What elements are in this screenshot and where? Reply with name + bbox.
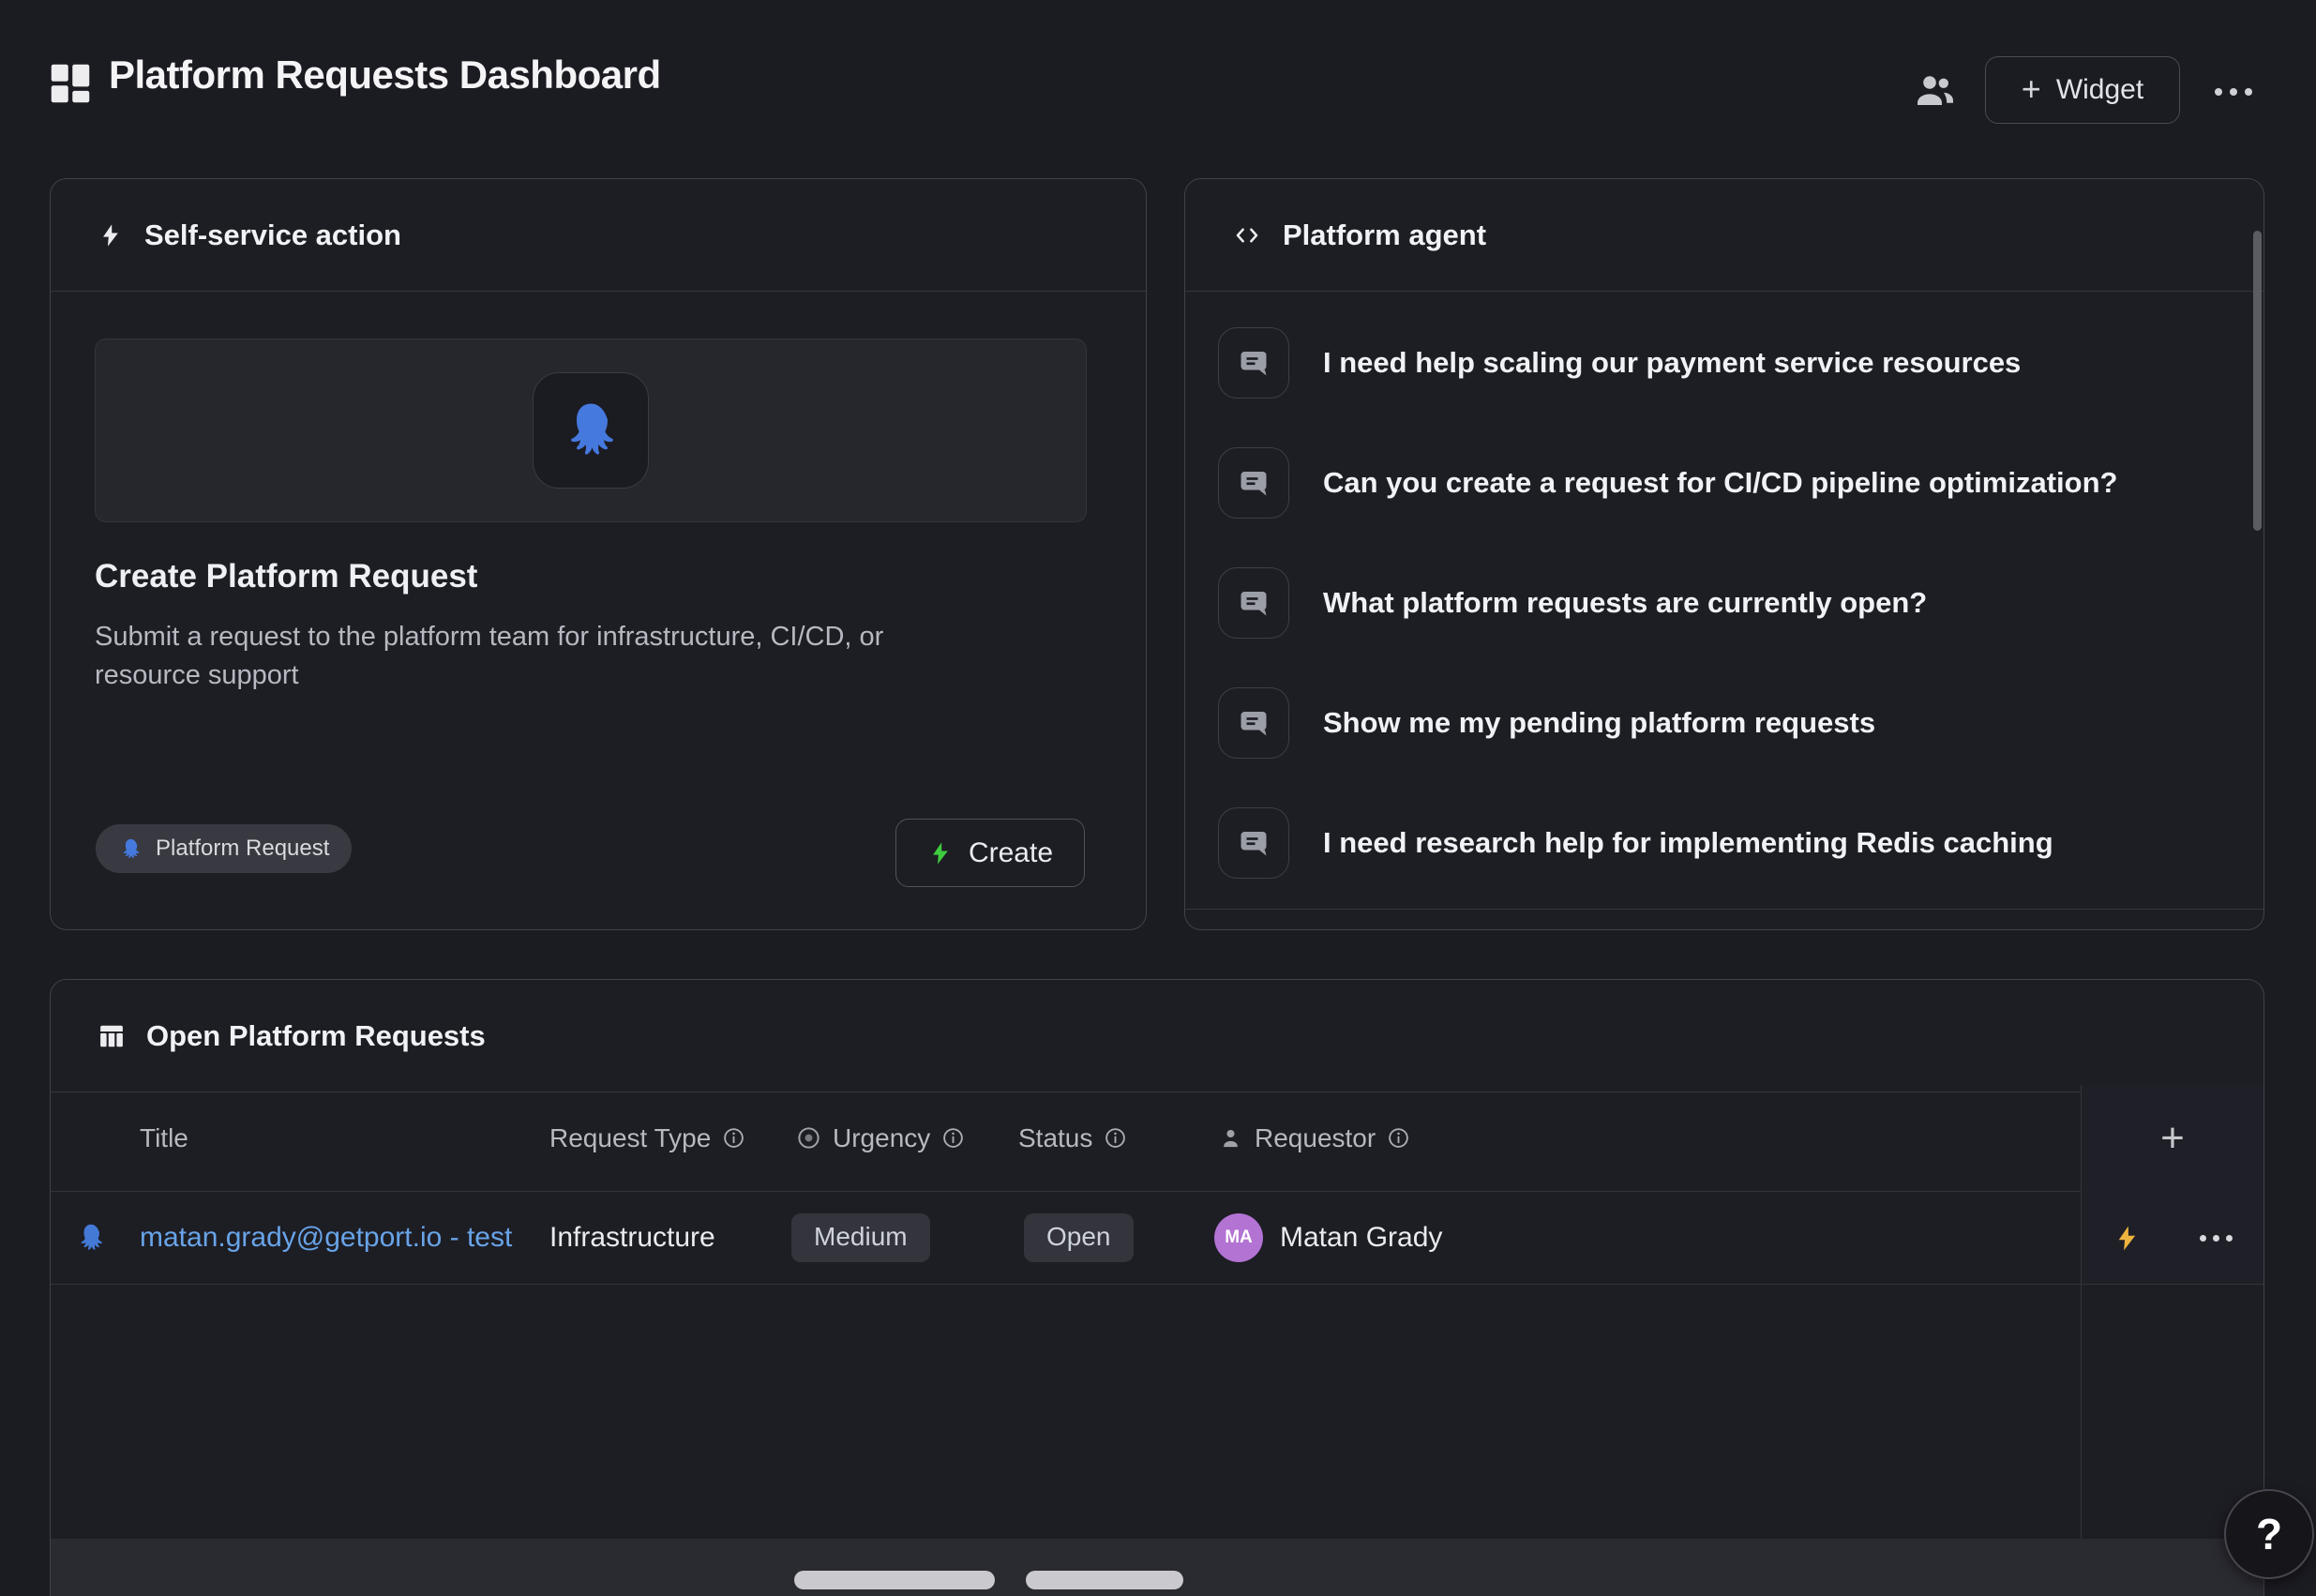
add-column-button[interactable]: + xyxy=(2082,1085,2263,1192)
table-footer-scroll-area xyxy=(51,1539,2263,1596)
open-requests-card-header: Open Platform Requests xyxy=(51,980,2263,1092)
add-widget-button[interactable]: + Widget xyxy=(1985,56,2180,124)
self-service-card: Self-service action Create Platform Requ… xyxy=(50,178,1147,930)
column-label: Status xyxy=(1018,1123,1092,1153)
plus-icon: + xyxy=(2022,72,2041,106)
requestor-avatar: MA xyxy=(1214,1213,1263,1262)
chip-label: Platform Request xyxy=(156,836,329,862)
info-icon[interactable] xyxy=(1104,1126,1127,1150)
row-requestor-cell: MA Matan Grady xyxy=(1214,1192,1442,1284)
row-urgency-cell: Medium xyxy=(791,1192,930,1284)
open-requests-card: Open Platform Requests Title Request Typ… xyxy=(50,979,2264,1596)
agent-suggestion[interactable]: I need help scaling our payment service … xyxy=(1218,327,2021,399)
page-more-menu[interactable] xyxy=(2205,75,2262,109)
agent-suggestion-text: I need help scaling our payment service … xyxy=(1323,346,2021,380)
row-title-cell: matan.grady@getport.io - test xyxy=(140,1192,512,1284)
create-button-label: Create xyxy=(969,837,1053,869)
chat-icon xyxy=(1218,567,1289,639)
dashboard-icon xyxy=(45,58,96,111)
request-title-link[interactable]: matan.grady@getport.io - test xyxy=(140,1222,512,1254)
code-icon xyxy=(1232,221,1262,249)
action-preview-panel xyxy=(95,339,1087,522)
divider xyxy=(1185,909,2263,910)
person-icon xyxy=(1218,1125,1243,1151)
chat-icon xyxy=(1218,447,1289,519)
agent-suggestion[interactable]: What platform requests are currently ope… xyxy=(1218,567,1927,639)
row-request-type-cell: Infrastructure xyxy=(549,1192,715,1284)
column-label: Request Type xyxy=(549,1123,711,1153)
radio-icon xyxy=(796,1125,821,1151)
column-label: Title xyxy=(140,1123,188,1153)
row-actions-cell xyxy=(2082,1192,2263,1284)
table-row: matan.grady@getport.io - test Infrastruc… xyxy=(51,1192,2263,1285)
create-button[interactable]: Create xyxy=(895,819,1085,887)
table-icon xyxy=(98,1022,126,1050)
help-button[interactable]: ? xyxy=(2224,1489,2314,1579)
octopus-icon xyxy=(74,1221,108,1255)
agent-suggestion-text: I need research help for implementing Re… xyxy=(1323,826,2053,860)
row-entity-icon-cell xyxy=(74,1192,108,1284)
agent-suggestion[interactable]: Show me my pending platform requests xyxy=(1218,687,1875,759)
chat-icon xyxy=(1218,687,1289,759)
action-description: Submit a request to the platform team fo… xyxy=(95,618,976,695)
self-service-card-title: Self-service action xyxy=(144,218,401,252)
action-title: Create Platform Request xyxy=(95,558,477,595)
column-header-status: Status xyxy=(1018,1085,1127,1191)
column-label: Requestor xyxy=(1255,1123,1376,1153)
info-icon[interactable] xyxy=(722,1126,745,1150)
requestor-name: Matan Grady xyxy=(1280,1222,1442,1254)
action-logo-tile xyxy=(533,372,649,489)
open-requests-card-title: Open Platform Requests xyxy=(146,1019,486,1053)
status-badge: Open xyxy=(1024,1213,1134,1262)
column-header-title: Title xyxy=(140,1085,188,1191)
info-icon[interactable] xyxy=(1387,1126,1410,1150)
actions-column-separator xyxy=(2081,1085,2082,1596)
lightning-icon xyxy=(927,840,954,866)
horizontal-scrollbar-thumb[interactable] xyxy=(1026,1571,1183,1589)
page-title: Platform Requests Dashboard xyxy=(109,53,661,98)
platform-request-chip[interactable]: Platform Request xyxy=(96,824,352,873)
chat-icon xyxy=(1218,327,1289,399)
octopus-icon xyxy=(118,836,143,862)
urgency-badge: Medium xyxy=(791,1213,930,1262)
platform-agent-card-title: Platform agent xyxy=(1283,218,1486,252)
column-header-requestor: Requestor xyxy=(1218,1085,1410,1191)
agent-suggestion[interactable]: I need research help for implementing Re… xyxy=(1218,807,2053,879)
agent-suggestion-text: Show me my pending platform requests xyxy=(1323,706,1875,740)
platform-agent-card: Platform agent I need help scaling our p… xyxy=(1184,178,2264,930)
lightning-icon xyxy=(98,221,124,249)
agent-suggestion-text: Can you create a request for CI/CD pipel… xyxy=(1323,466,2117,500)
platform-requests-dashboard: Platform Requests Dashboard + Widget Sel… xyxy=(0,0,2316,1596)
vertical-scrollbar-thumb[interactable] xyxy=(2253,231,2262,531)
request-type-value: Infrastructure xyxy=(549,1222,715,1254)
row-status-cell: Open xyxy=(1024,1192,1134,1284)
table-header-row: Title Request Type Urgency Status xyxy=(51,1085,2263,1192)
add-widget-label: Widget xyxy=(2056,74,2143,106)
run-action-icon[interactable] xyxy=(2113,1224,2142,1253)
chat-icon xyxy=(1218,807,1289,879)
column-label: Urgency xyxy=(833,1123,930,1153)
column-header-urgency: Urgency xyxy=(796,1085,965,1191)
agent-suggestion[interactable]: Can you create a request for CI/CD pipel… xyxy=(1218,447,2117,519)
horizontal-scrollbar-thumb[interactable] xyxy=(794,1571,995,1589)
self-service-card-header: Self-service action xyxy=(51,179,1146,292)
octopus-icon xyxy=(557,397,624,464)
platform-agent-card-header: Platform agent xyxy=(1185,179,2263,292)
agent-suggestion-text: What platform requests are currently ope… xyxy=(1323,586,1927,620)
row-more-menu[interactable] xyxy=(2200,1235,2233,1242)
column-header-request-type: Request Type xyxy=(549,1085,745,1191)
info-icon[interactable] xyxy=(941,1126,965,1150)
users-icon[interactable] xyxy=(1913,68,1958,113)
